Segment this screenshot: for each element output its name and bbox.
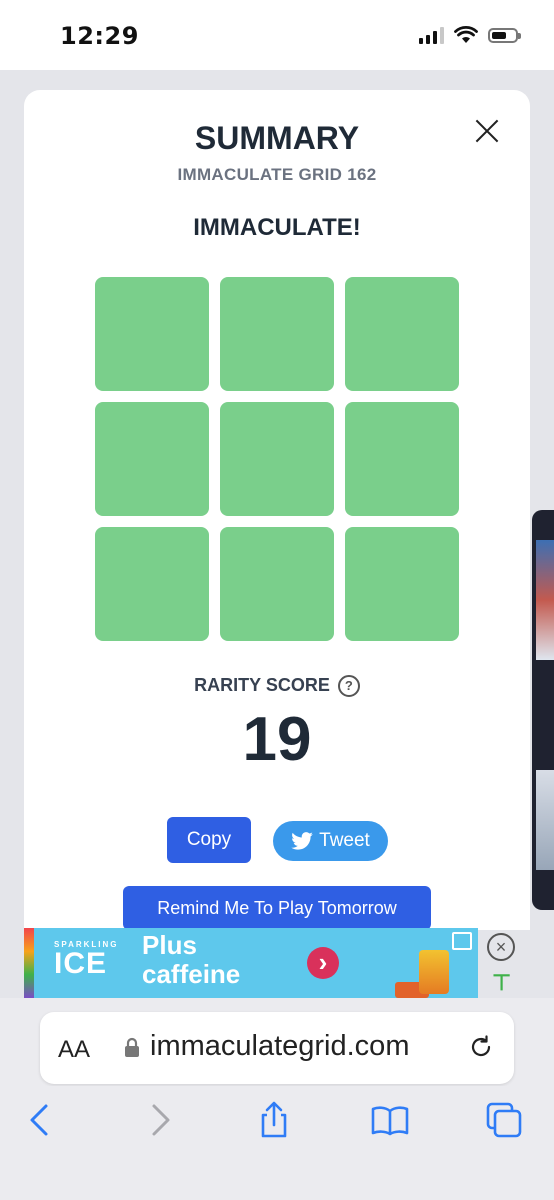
help-icon[interactable]: ? [337,675,360,698]
background-content-strip [532,510,554,910]
ad-banner[interactable]: SPARKLING ICE Plus caffeine › [24,928,478,998]
tweet-button[interactable]: Tweet [273,821,388,861]
share-icon[interactable] [254,1100,294,1140]
summary-modal: SUMMARY IMMACULATE GRID 162 IMMACULATE! … [24,90,530,930]
forward-arrow-icon[interactable] [140,1100,180,1140]
bookmarks-icon[interactable] [370,1100,410,1140]
ad-brand-logo: SPARKLING ICE [54,940,119,981]
reader-settings-button[interactable]: AA [58,1036,90,1064]
grid-cell [220,402,334,516]
grid-cell [345,402,459,516]
ad-headline: Plus caffeine [142,931,240,989]
wifi-icon [454,26,478,43]
tweet-label: Tweet [319,830,370,851]
modal-title: SUMMARY [194,120,360,156]
rarity-score-label-text: RARITY SCORE [194,675,330,695]
grid-cell [95,402,209,516]
summary-grid [95,277,459,641]
remind-me-button[interactable]: Remind Me To Play Tomorrow [123,886,431,930]
result-heading: IMMACULATE! [193,214,361,241]
close-icon[interactable] [474,118,500,144]
lock-icon [125,1037,139,1057]
ad-product-can [419,950,449,994]
ad-headline-line2: caffeine [142,959,241,989]
address-bar[interactable]: AA immaculategrid.com [40,1012,514,1084]
ad-headline-line1: Plus [142,930,197,960]
grid-cell [220,527,334,641]
browser-toolbar [0,1086,554,1200]
grid-cell [95,277,209,391]
ad-choices-icon[interactable] [452,932,472,950]
ad-brand-big: ICE [54,947,108,980]
copy-button[interactable]: Copy [167,817,251,863]
ad-arrow-icon[interactable]: › [307,947,339,979]
rarity-score-value: 19 [242,705,312,774]
rarity-score-label: RARITY SCORE? [24,675,530,698]
status-bar: 12:29 [0,0,554,70]
grid-cell [220,277,334,391]
ad-color-stripe [24,928,34,998]
grid-cell [345,527,459,641]
back-arrow-icon[interactable] [20,1100,60,1140]
twitter-bird-icon [291,832,313,850]
status-time: 12:29 [60,22,139,50]
grid-cell [95,527,209,641]
reload-icon[interactable] [468,1034,494,1060]
cellular-signal-icon [419,26,444,44]
grid-cell [345,277,459,391]
modal-subtitle: IMMACULATE GRID 162 [177,165,377,184]
tabs-icon[interactable] [484,1100,524,1140]
status-icons [419,26,521,44]
url-text[interactable]: immaculategrid.com [150,1030,409,1063]
ad-network-logo-icon: ⊤ [492,970,512,995]
ad-close-icon[interactable]: × [487,933,515,961]
battery-icon [488,27,521,43]
